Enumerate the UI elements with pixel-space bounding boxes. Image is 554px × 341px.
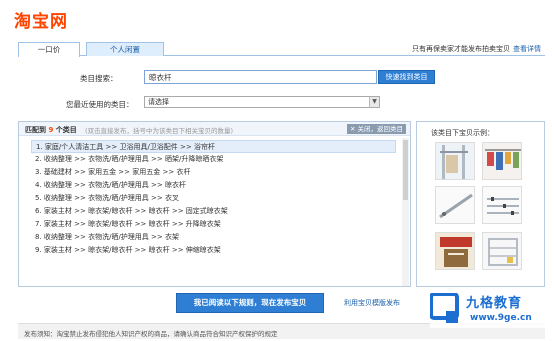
tab-personal-idle[interactable]: 个人闲置: [86, 42, 164, 56]
results-scrollbar[interactable]: [402, 138, 409, 286]
template-publish-link[interactable]: 利用宝贝模版发布: [344, 298, 400, 308]
watermark-url: www.9ge.cn: [470, 313, 532, 323]
close-return-button[interactable]: ✕ 关闭，返回类目: [346, 124, 406, 134]
match-note: (双击直接发布，括号中为该类目下相关宝贝的数量): [85, 127, 234, 135]
list-item[interactable]: 5. 收纳整理 >> 衣物洗/晒/护理用具 >> 衣叉: [31, 192, 396, 205]
preview-title: 该类目下宝贝示例：: [431, 129, 494, 137]
recent-category-label: 您最近使用的类目：: [66, 100, 134, 109]
list-item[interactable]: 6. 家装主材 >> 晾衣架/晾衣杆 >> 晾衣杆 >> 固定式晾衣架: [31, 205, 396, 218]
watermark-logo-icon: [430, 293, 459, 323]
close-icon: ✕: [349, 125, 358, 133]
category-list: 1. 家庭/个人清洁工具 >> 卫浴用具/卫浴配件 >> 浴帘杆 2. 收纳整理…: [31, 140, 396, 257]
tab-fixed-price[interactable]: 一口价: [18, 42, 80, 57]
watermark: 九格教育 www.9ge.cn: [430, 292, 550, 328]
category-search-input[interactable]: [144, 70, 377, 84]
scroll-thumb[interactable]: [403, 140, 408, 200]
auction-hint: 只有再保卖家才能发布拍卖宝贝 查看详情: [412, 44, 541, 54]
recent-category-select[interactable]: 请选择 ▼: [144, 96, 380, 108]
product-thumbnail: [482, 232, 522, 270]
list-item[interactable]: 4. 收纳整理 >> 衣物洗/晒/护理用具 >> 晾衣杆: [31, 179, 396, 192]
watermark-name: 九格教育: [466, 296, 523, 311]
publish-notice-text: 发布须知：淘宝禁止发布侵犯他人知识产权的商品，请确认商品符合知识产权保护的规定: [24, 330, 278, 338]
chevron-down-icon[interactable]: ▼: [369, 97, 379, 107]
list-item[interactable]: 2. 收纳整理 >> 衣物洗/晒/护理用具 >> 晒架/升降晾晒衣架: [31, 153, 396, 166]
list-item[interactable]: 1. 家庭/个人清洁工具 >> 卫浴用具/卫浴配件 >> 浴帘杆: [31, 140, 396, 153]
list-item[interactable]: 3. 基础建材 >> 家用五金 >> 家用五金 >> 衣杆: [31, 166, 396, 179]
product-thumbnail: [482, 142, 522, 180]
list-item[interactable]: 7. 家装主材 >> 晾衣架/晾衣杆 >> 晾衣杆 >> 升降晾衣架: [31, 218, 396, 231]
publish-item-button[interactable]: 我已阅读以下规则，现在发布宝贝: [176, 293, 324, 313]
list-item[interactable]: 8. 收纳整理 >> 衣物洗/晒/护理用具 >> 衣架: [31, 231, 396, 244]
results-header: 匹配到 9 个类目 (双击直接发布，括号中为该类目下相关宝贝的数量) ✕ 关闭，…: [19, 122, 410, 136]
recent-category-value: 请选择: [148, 98, 169, 106]
category-preview-panel: 该类目下宝贝示例：: [416, 121, 545, 287]
match-count: 9: [48, 126, 54, 134]
match-summary: 匹配到 9 个类目: [25, 126, 77, 134]
category-search-label: 类目搜索：: [80, 74, 118, 83]
product-thumbnail: [482, 186, 522, 224]
category-results-panel: 匹配到 9 个类目 (双击直接发布，括号中为该类目下相关宝贝的数量) ✕ 关闭，…: [18, 121, 411, 287]
product-thumbnail: [435, 186, 475, 224]
view-details-link[interactable]: 查看详情: [513, 45, 541, 53]
product-thumbnail: [435, 142, 475, 180]
auction-hint-text: 只有再保卖家才能发布拍卖宝贝: [412, 45, 510, 53]
find-category-button[interactable]: 快速找到类目: [378, 70, 435, 84]
product-thumbnail: [435, 232, 475, 270]
taobao-logo[interactable]: 淘宝网: [14, 7, 68, 32]
list-item[interactable]: 9. 家装主材 >> 晾衣架/晾衣杆 >> 晾衣杆 >> 伸缩晾衣架: [31, 244, 396, 257]
tab-bar: 一口价 个人闲置 只有再保卖家才能发布拍卖宝贝 查看详情: [18, 42, 545, 57]
